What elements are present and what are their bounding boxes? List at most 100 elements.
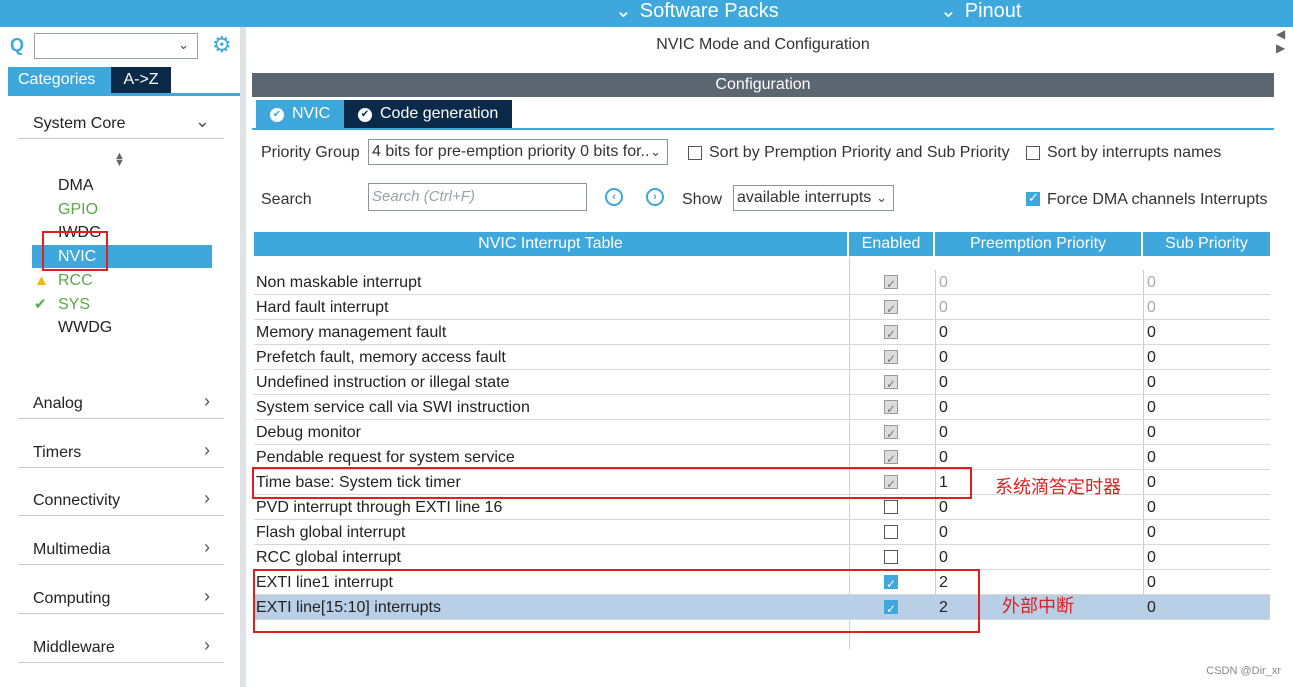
sidebar-item-label: WWDG — [58, 319, 113, 336]
tab-underline — [8, 93, 240, 96]
sub-priority-cell[interactable]: 0 — [1143, 520, 1270, 544]
collapse-handle-icon[interactable]: ◀ ▶ — [1276, 27, 1286, 67]
sub-priority-cell[interactable]: 0 — [1143, 395, 1270, 419]
priority-group-select[interactable]: 4 bits for pre-emption priority 0 bits f… — [368, 139, 668, 165]
category-label: Timers — [33, 444, 82, 461]
enabled-checkbox[interactable] — [884, 525, 898, 539]
sub-priority-cell[interactable]: 0 — [1143, 445, 1270, 469]
table-row[interactable]: RCC global interrupt 0 0 — [254, 545, 1270, 570]
exti-annotation: 外部中断 — [1002, 596, 1074, 616]
preemption-priority-cell[interactable]: 0 — [935, 520, 1143, 544]
preemption-priority-cell[interactable]: 0 — [935, 420, 1143, 444]
sub-priority-cell[interactable]: 0 — [1143, 370, 1270, 394]
preemption-priority-cell[interactable]: 0 — [935, 370, 1143, 394]
enabled-checkbox — [884, 322, 898, 347]
column-header-preemption[interactable]: Preemption Priority — [935, 232, 1141, 256]
enabled-checkbox — [884, 397, 898, 422]
sub-priority-cell[interactable]: 0 — [1143, 570, 1270, 594]
configuration-title: Configuration — [252, 73, 1274, 97]
category-label: Computing — [33, 590, 111, 607]
sub-priority-cell[interactable]: 0 — [1143, 345, 1270, 369]
preemption-priority-cell[interactable]: 0 — [935, 545, 1143, 569]
table-row[interactable]: Non maskable interrupt 00 — [254, 270, 1270, 297]
sort-names-checkbox[interactable] — [1026, 146, 1040, 160]
category-connectivity[interactable]: Connectivity › — [18, 486, 224, 516]
search-next-icon[interactable]: › — [646, 188, 664, 206]
sort-names-label: Sort by interrupts names — [1047, 144, 1222, 161]
pinout-label: Pinout — [964, 0, 1022, 22]
table-row[interactable]: System service call via SWI instruction 0… — [254, 395, 1270, 422]
preemption-priority-cell[interactable]: 0 — [935, 320, 1143, 344]
check-icon: ✔ — [34, 296, 47, 313]
search-prev-icon[interactable]: ‹ — [605, 188, 623, 206]
interrupt-search-input[interactable]: Search (Ctrl+F) — [368, 183, 587, 211]
enabled-checkbox — [884, 272, 898, 297]
interrupt-name: System service call via SWI instruction — [256, 399, 530, 416]
chevron-down-icon: ⌄ — [615, 0, 632, 22]
enabled-cell — [884, 297, 898, 322]
category-computing[interactable]: Computing › — [18, 584, 224, 614]
tab-nvic[interactable]: ✔ NVIC — [256, 100, 344, 128]
table-row[interactable]: Undefined instruction or illegal state 00 — [254, 370, 1270, 397]
enabled-checkbox[interactable] — [884, 500, 898, 514]
show-select[interactable]: available interrupts ⌄ — [733, 185, 894, 211]
enabled-cell — [884, 272, 898, 297]
sort-premption-label: Sort by Premption Priority and Sub Prior… — [709, 144, 1010, 161]
chevron-right-icon: › — [204, 488, 210, 508]
watermark: CSDN @Dir_xr — [1206, 665, 1281, 677]
sub-priority-cell[interactable]: 0 — [1143, 545, 1270, 569]
table-row[interactable]: Hard fault interrupt 00 — [254, 295, 1270, 322]
pinout-menu[interactable]: ⌄ Pinout — [940, 0, 1021, 24]
sidebar-item-dma[interactable]: DMA — [32, 174, 212, 197]
sidebar-item-sys[interactable]: ✔ SYS — [32, 293, 212, 316]
sidebar-item-wwdg[interactable]: WWDG — [32, 316, 212, 339]
category-label: System Core — [33, 115, 126, 132]
preemption-priority-cell[interactable]: 0 — [935, 445, 1143, 469]
force-dma-checkbox[interactable] — [1026, 190, 1040, 206]
table-row[interactable]: Flash global interrupt 0 0 — [254, 520, 1270, 545]
software-packs-label: Software Packs — [639, 0, 779, 22]
sidebar-item-rcc[interactable]: ▲ RCC — [32, 269, 212, 292]
enabled-checkbox[interactable] — [884, 550, 898, 564]
column-header-name[interactable]: NVIC Interrupt Table — [254, 232, 847, 256]
preemption-priority-cell[interactable]: 0 — [935, 395, 1143, 419]
sort-icon[interactable]: ▲ ▼ — [114, 151, 125, 169]
sub-priority-cell: 0 — [1143, 270, 1270, 294]
category-multimedia[interactable]: Multimedia › — [18, 535, 224, 565]
category-label: Connectivity — [33, 492, 121, 509]
table-row[interactable]: Memory management fault 00 — [254, 320, 1270, 347]
chevron-down-icon[interactable]: ⌄ — [178, 37, 189, 53]
sub-priority-cell[interactable]: 0 — [1143, 470, 1270, 494]
tab-categories[interactable]: Categories — [8, 67, 111, 93]
check-circle-icon: ✔ — [358, 108, 372, 122]
category-timers[interactable]: Timers › — [18, 438, 224, 468]
category-middleware[interactable]: Middleware › — [18, 633, 224, 663]
search-icon[interactable]: Q — [10, 35, 24, 56]
category-system-core[interactable]: System Core ⌄ — [18, 109, 224, 139]
category-search-combo[interactable]: ⌄ — [34, 33, 198, 59]
enabled-checkbox — [884, 347, 898, 372]
preemption-priority-cell: 0 — [935, 270, 1143, 294]
category-search-row: Q ⌄ ⚙ — [10, 33, 240, 59]
chevron-down-icon: ⌄ — [194, 111, 210, 131]
sub-priority-cell[interactable]: 0 — [1143, 420, 1270, 444]
column-header-enabled[interactable]: Enabled — [849, 232, 933, 256]
enabled-cell — [884, 422, 898, 447]
sort-premption-checkbox[interactable] — [688, 146, 702, 160]
tab-code-generation[interactable]: ✔ Code generation — [344, 100, 512, 128]
sub-priority-cell[interactable]: 0 — [1143, 495, 1270, 519]
table-row[interactable]: Debug monitor 00 — [254, 420, 1270, 447]
enabled-cell — [884, 322, 898, 347]
sub-priority-cell[interactable]: 0 — [1143, 320, 1270, 344]
category-label: Middleware — [33, 639, 115, 656]
software-packs-menu[interactable]: ⌄ Software Packs — [615, 0, 779, 24]
sidebar-item-gpio[interactable]: GPIO — [32, 198, 212, 221]
column-header-sub-priority[interactable]: Sub Priority — [1143, 232, 1270, 256]
gear-icon[interactable]: ⚙ — [212, 33, 232, 57]
preemption-priority-cell[interactable]: 0 — [935, 345, 1143, 369]
sub-priority-cell[interactable]: 0 — [1143, 595, 1270, 619]
category-analog[interactable]: Analog › — [18, 389, 224, 419]
table-row[interactable]: Prefetch fault, memory access fault 00 — [254, 345, 1270, 372]
interrupt-name: Non maskable interrupt — [256, 274, 422, 291]
tab-a-z[interactable]: A->Z — [111, 67, 171, 93]
